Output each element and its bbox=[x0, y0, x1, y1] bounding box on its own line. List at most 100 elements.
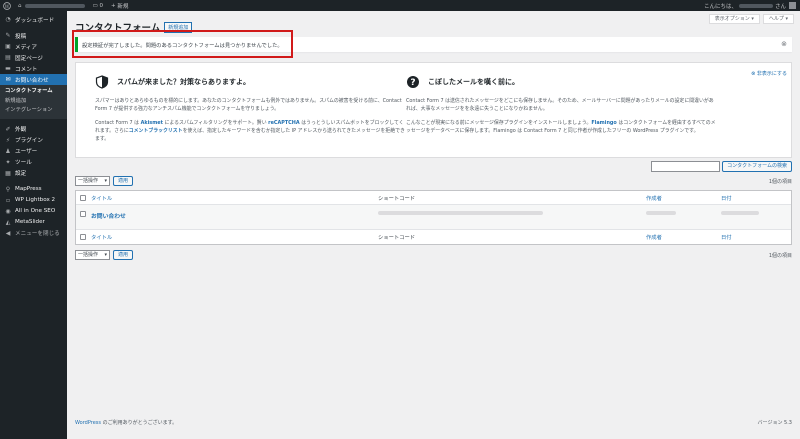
sidebar-item-label: ツール bbox=[15, 160, 32, 166]
sidebar-item-dashboard[interactable]: ◔ ダッシュボード bbox=[0, 14, 67, 25]
select-all-checkbox-footer[interactable] bbox=[80, 234, 86, 240]
search-box: コンタクトフォームの検索 bbox=[651, 161, 792, 172]
screen-meta-links: 表示オプション ▾ ヘルプ ▾ bbox=[708, 14, 794, 24]
form-title-link[interactable]: お問い合わせ bbox=[91, 214, 126, 220]
sidebar-item-settings[interactable]: ▦ 設定 bbox=[0, 168, 67, 179]
wordpress-link[interactable]: WordPress bbox=[75, 420, 101, 426]
tablenav-bottom: 一括操作 適用 bbox=[75, 250, 134, 260]
sidebar-item-label: メニューを閉じる bbox=[15, 231, 60, 237]
submenu-add-new[interactable]: 新規追加 bbox=[0, 97, 67, 107]
media-icon: ▣ bbox=[5, 43, 11, 50]
site-name-menu[interactable]: ⌂ bbox=[14, 0, 89, 11]
dismiss-icon[interactable]: ⊗ bbox=[781, 40, 787, 48]
welcome-spam-column: スパムが来ました？対策ならありますよ。 スパマーはありとあらゆるものを標的にしま… bbox=[95, 73, 407, 143]
sidebar-item-label: 固定ページ bbox=[15, 55, 43, 62]
submenu-contact-forms[interactable]: コンタクトフォーム bbox=[0, 87, 67, 97]
bulk-action-select[interactable]: 一括操作 bbox=[75, 176, 110, 186]
help-button[interactable]: ヘルプ ▾ bbox=[762, 14, 794, 24]
header-author[interactable]: 作成者 bbox=[646, 194, 721, 202]
apply-button-bottom[interactable]: 適用 bbox=[113, 250, 134, 260]
shield-icon bbox=[95, 75, 109, 89]
sidebar-item-metaslider[interactable]: ◭ MetaSlider bbox=[0, 217, 67, 228]
sidebar-item-media[interactable]: ▣ メディア bbox=[0, 41, 67, 52]
sidebar-item-tools[interactable]: ✦ ツール bbox=[0, 157, 67, 168]
wordpress-icon[interactable]: W bbox=[0, 0, 14, 11]
shortcode-cell[interactable] bbox=[378, 211, 646, 217]
welcome-mail-column: ? こぼしたメールを嘆く前に。 Contact Form 7 は送信されたメッセ… bbox=[406, 73, 718, 135]
forms-table: タイトル ショートコード 作成者 日付 お問い合わせ タイトル ショートコード … bbox=[75, 190, 792, 245]
table-row: お問い合わせ bbox=[76, 205, 791, 230]
collapse-icon: ◀ bbox=[5, 229, 11, 237]
table-header: タイトル ショートコード 作成者 日付 bbox=[76, 191, 791, 205]
lightbox-icon: ▫ bbox=[5, 196, 11, 204]
sidebar-item-lightbox[interactable]: ▫ WP Lightbox 2 bbox=[0, 195, 67, 206]
sidebar-item-label: ユーザー bbox=[15, 149, 38, 155]
sidebar-item-users[interactable]: ♟ ユーザー bbox=[0, 146, 67, 157]
dashboard-icon: ◔ bbox=[5, 16, 11, 23]
header-shortcode: ショートコード bbox=[378, 195, 416, 202]
hide-welcome-link[interactable]: ⊗ 非表示にする bbox=[751, 70, 787, 77]
sidebar-item-label: メディア bbox=[15, 44, 37, 51]
item-count-bottom: 1個の項目 bbox=[768, 253, 792, 259]
footer-date[interactable]: 日付 bbox=[721, 233, 732, 241]
author-cell[interactable] bbox=[646, 211, 721, 217]
sidebar-item-comments[interactable]: ▬ コメント bbox=[0, 63, 67, 74]
sidebar-item-label: プラグイン bbox=[15, 138, 43, 144]
mail-icon: ✉ bbox=[5, 76, 11, 83]
wrench-icon: ✦ bbox=[5, 158, 11, 166]
new-content-menu[interactable]: + 新規 bbox=[107, 0, 132, 11]
username-redacted bbox=[738, 3, 773, 8]
sidebar-item-posts[interactable]: ✎ 投稿 bbox=[0, 30, 67, 41]
sidebar-item-mappress[interactable]: ⚲ MapPress bbox=[0, 184, 67, 195]
select-all-checkbox[interactable] bbox=[80, 194, 86, 201]
footer-title[interactable]: タイトル bbox=[91, 233, 378, 241]
plus-icon: + bbox=[110, 2, 116, 9]
comment-icon: ▬ bbox=[5, 65, 11, 72]
table-footer: タイトル ショートコード 作成者 日付 bbox=[76, 230, 791, 244]
footer-author[interactable]: 作成者 bbox=[646, 233, 721, 241]
comments-menu[interactable]: ▭ 0 bbox=[89, 0, 107, 11]
mail-paragraph-2: こんなことが現実になる前にメッセージ保存プラグインをインストールしましょう。Fl… bbox=[406, 120, 716, 134]
settings-icon: ▦ bbox=[5, 169, 11, 177]
sidebar-item-pages[interactable]: ▤ 固定ページ bbox=[0, 52, 67, 63]
new-label: 新規 bbox=[117, 3, 129, 10]
header-title[interactable]: タイトル bbox=[91, 194, 378, 202]
site-name-redacted bbox=[24, 3, 85, 8]
sidebar-item-label: MetaSlider bbox=[15, 219, 45, 225]
submenu-integration[interactable]: インテグレーション bbox=[0, 106, 67, 116]
avatar bbox=[789, 2, 796, 9]
help-icon: ? bbox=[407, 76, 419, 88]
blacklist-link[interactable]: コメントブラックリスト bbox=[129, 128, 183, 134]
sidebar-item-label: コメント bbox=[15, 66, 38, 73]
greeting-text: こんにちは、 bbox=[703, 3, 737, 10]
sidebar-item-contact[interactable]: ✉ お問い合わせ bbox=[0, 74, 67, 85]
recaptcha-link[interactable]: reCAPTCHA bbox=[268, 120, 300, 126]
sidebar-item-seo[interactable]: ◉ All in One SEO bbox=[0, 206, 67, 217]
apply-button[interactable]: 適用 bbox=[113, 176, 134, 186]
home-icon: ⌂ bbox=[18, 2, 22, 9]
sidebar-item-label: MapPress bbox=[15, 186, 42, 192]
search-input[interactable] bbox=[651, 161, 721, 172]
version-text: バージョン 5.3 bbox=[757, 420, 792, 426]
sidebar-item-appearance[interactable]: ✐ 外観 bbox=[0, 124, 67, 135]
sidebar-collapse-menu[interactable]: ◀ メニューを閉じる bbox=[0, 228, 67, 239]
my-account-menu[interactable]: こんにちは、 さん bbox=[704, 2, 800, 10]
map-pin-icon: ⚲ bbox=[5, 185, 11, 193]
item-count-top: 1個の項目 bbox=[768, 179, 792, 185]
comment-icon: ▭ bbox=[92, 2, 98, 9]
flamingo-link[interactable]: Flamingo bbox=[591, 120, 616, 126]
sidebar-item-plugins[interactable]: ⚡ プラグイン bbox=[0, 135, 67, 146]
bulk-action-select-bottom[interactable]: 一括操作 bbox=[75, 250, 110, 260]
admin-sidebar: ◔ ダッシュボード ✎ 投稿 ▣ メディア ▤ 固定ページ ▬ コメント ✉ お問い合わせ … bbox=[0, 11, 67, 439]
highlight-box bbox=[72, 30, 293, 58]
seo-icon: ◉ bbox=[5, 207, 11, 215]
header-date[interactable]: 日付 bbox=[721, 194, 732, 202]
spam-paragraph-1: スパマーはありとあらゆるものを標的にします。あなたのコンタクトフォームも例外では… bbox=[95, 98, 402, 112]
row-checkbox[interactable] bbox=[80, 211, 86, 217]
akismet-link[interactable]: Akismet bbox=[141, 120, 163, 126]
sidebar-item-label: 投稿 bbox=[15, 33, 27, 40]
svg-text:W: W bbox=[5, 3, 10, 9]
screen-options-button[interactable]: 表示オプション ▾ bbox=[708, 14, 760, 24]
search-button[interactable]: コンタクトフォームの検索 bbox=[722, 161, 792, 172]
footer-thanks: WordPress のご利用ありがとうございます。 bbox=[75, 420, 178, 426]
